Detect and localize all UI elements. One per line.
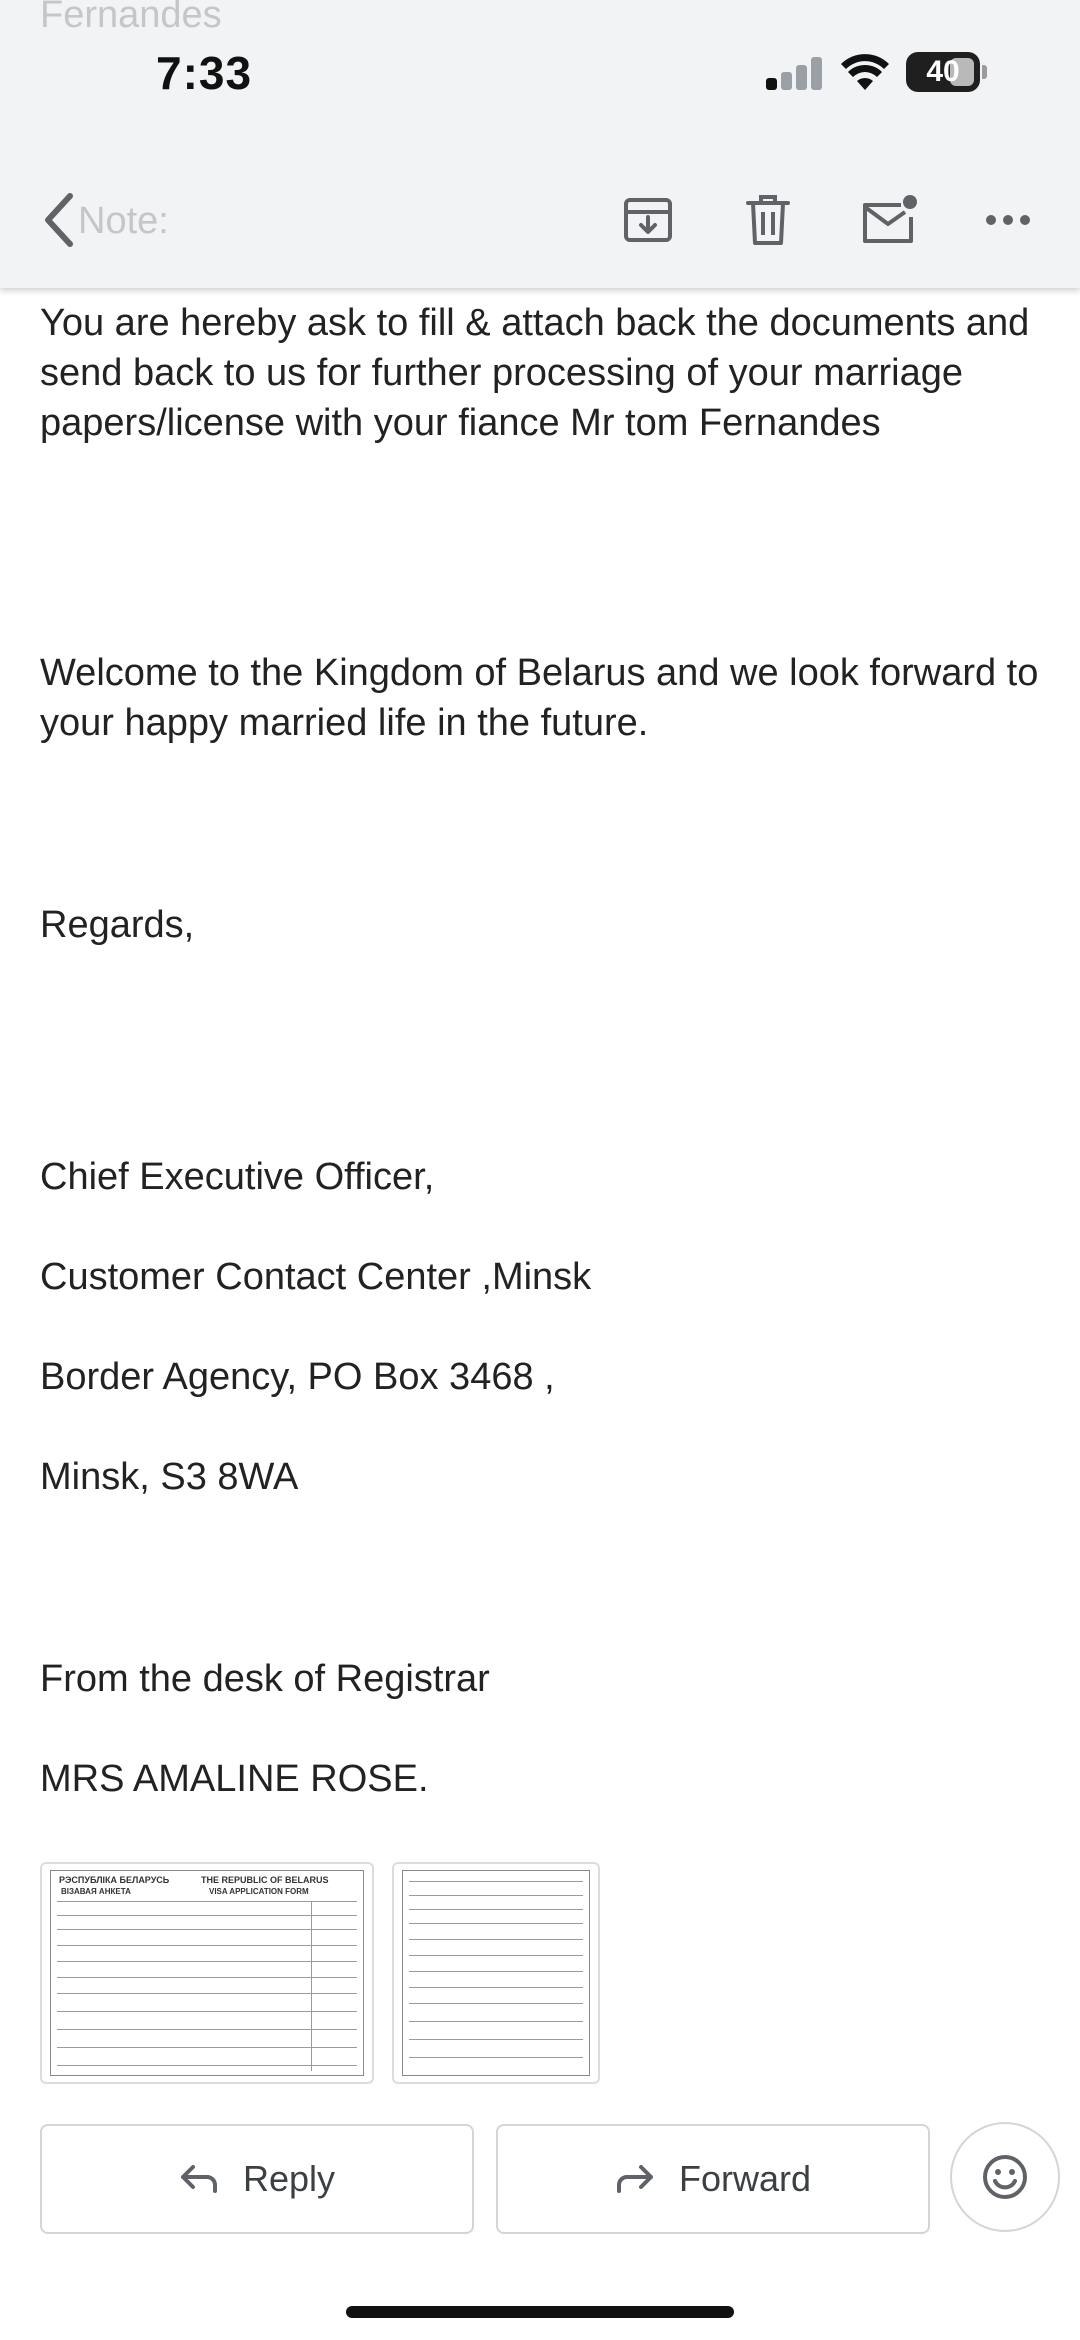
form-header-right: THE REPUBLIC OF BELARUS — [201, 1875, 329, 1885]
ghost-text-top: Fernandes — [40, 0, 222, 36]
forward-label: Forward — [678, 2158, 812, 2199]
signature-city: Minsk, S3 8WA — [40, 1456, 299, 1498]
more-options-button[interactable] — [976, 188, 1040, 252]
emoji-reaction-button[interactable] — [950, 2122, 1060, 2232]
attachment-thumbnail[interactable]: РЭСПУБЛІКА БЕЛАРУСЬ ВІЗАВАЯ АНКЕТА THE R… — [40, 1862, 374, 2084]
body-paragraph-welcome: Welcome to the Kingdom of Belarus and we… — [40, 652, 1039, 744]
forward-arrow-icon — [616, 2165, 653, 2193]
back-button[interactable] — [28, 188, 92, 252]
reply-label: Reply — [242, 2158, 336, 2199]
wifi-icon — [840, 52, 890, 97]
top-bar: Fernandes Note: 7:33 40 — [0, 0, 1080, 288]
archive-button[interactable] — [616, 188, 680, 252]
more-horizontal-icon — [986, 215, 1030, 225]
battery-icon: 40 — [906, 52, 987, 92]
reply-button[interactable]: Reply — [40, 2124, 474, 2234]
trash-icon — [746, 195, 790, 245]
sender-name: MRS AMALINE ROSE. — [40, 1758, 429, 1800]
home-indicator — [346, 2306, 734, 2318]
sender-desk: From the desk of Registrar — [40, 1658, 490, 1700]
visa-form-page-1: РЭСПУБЛІКА БЕЛАРУСЬ ВІЗАВАЯ АНКЕТА THE R… — [50, 1870, 364, 2076]
archive-icon — [624, 198, 672, 242]
attachment-thumbnail[interactable] — [392, 1862, 600, 2084]
mail-unread-icon — [863, 195, 917, 243]
form-subheader-left: ВІЗАВАЯ АНКЕТА — [61, 1887, 131, 1896]
signature-title: Chief Executive Officer, — [40, 1156, 435, 1198]
reply-arrow-icon — [180, 2165, 217, 2193]
smiley-icon — [983, 2155, 1027, 2199]
cellular-signal-icon — [766, 56, 822, 90]
forward-button[interactable]: Forward — [496, 2124, 930, 2234]
form-header-left: РЭСПУБЛІКА БЕЛАРУСЬ — [59, 1875, 170, 1885]
chevron-left-icon — [45, 193, 73, 247]
visa-form-page-2 — [402, 1870, 590, 2076]
battery-level: 40 — [926, 55, 960, 88]
delete-button[interactable] — [736, 188, 800, 252]
form-subheader-right: VISA APPLICATION FORM — [209, 1887, 309, 1896]
closing-regards: Regards, — [40, 904, 195, 946]
signature-department: Customer Contact Center ,Minsk — [40, 1256, 592, 1298]
mark-unread-button[interactable] — [858, 188, 922, 252]
signature-address: Border Agency, PO Box 3468 , — [40, 1356, 555, 1398]
status-time: 7:33 — [156, 47, 253, 99]
body-paragraph-instructions: You are hereby ask to fill & attach back… — [40, 302, 1030, 444]
